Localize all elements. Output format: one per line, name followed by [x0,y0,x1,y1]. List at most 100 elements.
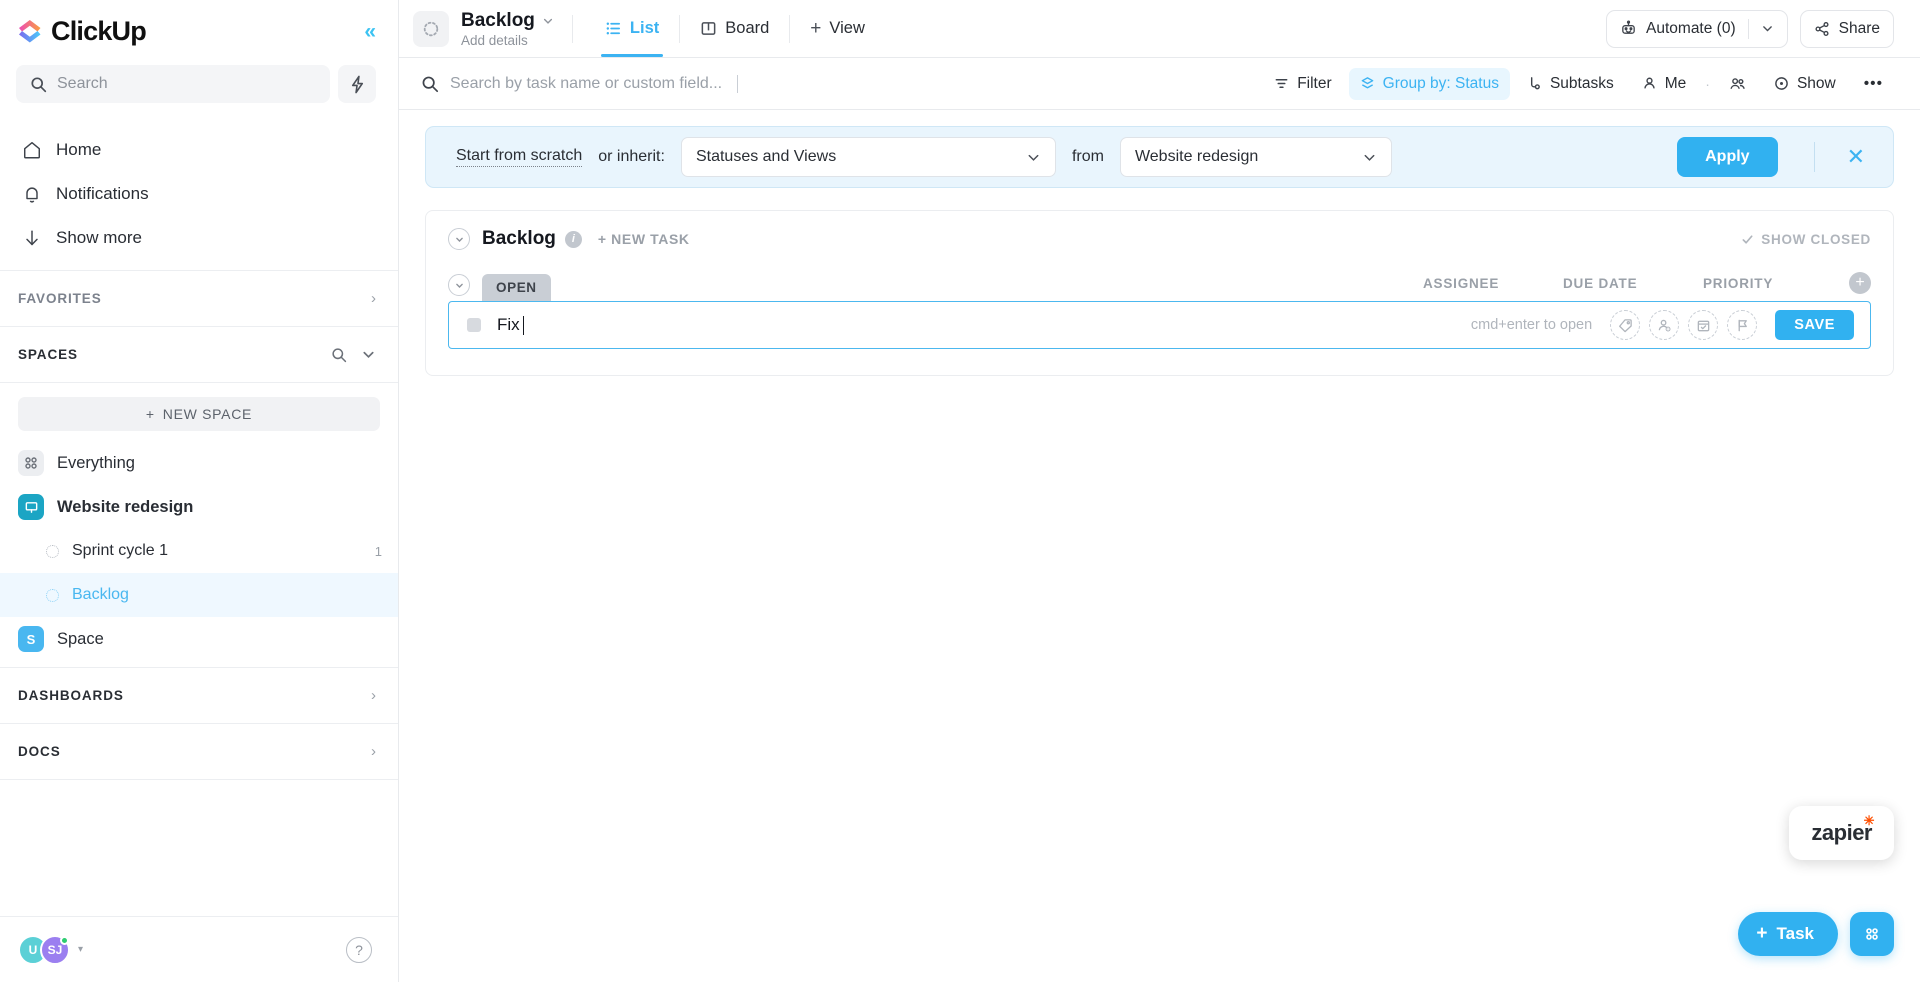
search-placeholder: Search [57,75,108,92]
sidebar-item-space[interactable]: S Space [0,617,398,661]
subtasks-button[interactable]: Subtasks [1516,68,1625,100]
show-icon [1774,76,1789,91]
help-icon[interactable]: ? [346,936,372,963]
status-badge[interactable]: OPEN [482,274,551,301]
inherit-source-select[interactable]: Website redesign [1119,137,1392,177]
people-icon [1729,76,1746,92]
inherit-settings-banner: Start from scratch or inherit: Statuses … [425,126,1894,188]
sidebar-nav: Home Notifications Show more [0,116,398,271]
column-header-priority[interactable]: PRIORITY [1703,276,1843,291]
task-status-checkbox[interactable] [467,318,481,332]
docs-section-header[interactable]: DOCS › [0,724,398,780]
sidebar-item-everything[interactable]: Everything [0,441,398,485]
brand-name: ClickUp [51,15,147,46]
title-chevron-down-icon[interactable] [542,15,554,27]
page-subtitle[interactable]: Add details [461,33,554,48]
search-icon [421,75,439,93]
space-label: Space [57,629,104,648]
favorites-label: FAVORITES [18,291,102,306]
check-icon [1741,233,1754,246]
filter-button[interactable]: Filter [1263,68,1342,100]
group-by-button[interactable]: Group by: Status [1348,67,1510,100]
favorites-section-header[interactable]: FAVORITES › [0,271,398,327]
sidebar-item-sprint-cycle-1[interactable]: Sprint cycle 1 1 [0,529,398,573]
share-button[interactable]: Share [1799,9,1894,48]
show-button[interactable]: Show [1763,68,1847,100]
chevron-down-icon[interactable]: ▾ [78,944,83,955]
subtasks-label: Subtasks [1549,74,1614,92]
text-cursor [737,74,739,93]
sidebar-item-home[interactable]: Home [0,128,398,172]
add-view-button[interactable]: + View [796,1,879,57]
assignee-icon[interactable] [1649,310,1680,340]
spaces-section-header[interactable]: SPACES [0,327,398,383]
flag-icon[interactable] [1727,310,1758,340]
create-task-fab[interactable]: + Task [1738,912,1838,956]
collapse-group-icon[interactable] [448,228,470,250]
avatar: SJ [40,934,70,965]
new-task-button[interactable]: + NEW TASK [598,231,690,247]
tab-label: Board [725,19,770,37]
chevron-down-icon[interactable] [1761,22,1774,35]
show-closed-label: SHOW CLOSED [1761,231,1871,247]
zapier-widget[interactable]: zapier ✳ [1789,806,1894,860]
from-label: from [1071,148,1104,165]
assignees-button[interactable] [1718,68,1757,100]
avatar-group[interactable]: U SJ ▾ [18,934,83,965]
asterisk-icon: ✳ [1863,813,1875,828]
collapse-status-icon[interactable] [448,274,470,296]
start-from-scratch-link[interactable]: Start from scratch [456,147,583,167]
view-avatar-icon[interactable] [413,10,449,47]
task-search-input[interactable]: Search by task name or custom field... [421,74,1263,93]
list-status-icon [46,544,59,558]
task-name-input[interactable]: Fix [497,315,525,335]
apply-button[interactable]: Apply [1677,137,1778,177]
search-input[interactable]: Search [16,65,330,103]
grid-icon [1863,925,1881,943]
sidebar: ClickUp « Search Home Notifications Show… [0,0,399,982]
inherit-type-value: Statuses and Views [695,148,837,165]
sidebar-item-label: Home [56,140,102,159]
inherit-type-select[interactable]: Statuses and Views [680,137,1056,177]
tag-icon[interactable] [1610,310,1641,340]
sidebar-search-row: Search [0,62,398,106]
task-name-value: Fix [497,315,520,334]
sidebar-item-show-more[interactable]: Show more [0,216,398,260]
collapse-sidebar-icon[interactable]: « [364,21,376,42]
spaces-label: SPACES [18,347,78,362]
person-icon [1642,76,1657,91]
zapier-label: zapier ✳ [1811,813,1874,846]
tab-list[interactable]: List [591,1,673,57]
info-icon[interactable]: i [564,230,582,248]
quick-action-button[interactable] [338,65,376,103]
sidebar-item-backlog[interactable]: Backlog [0,573,398,617]
calendar-icon[interactable] [1688,310,1719,340]
me-filter-button[interactable]: Me [1631,68,1698,100]
new-task-input-row[interactable]: Fix cmd+enter to open SAVE [448,301,1871,349]
new-space-button[interactable]: + NEW SPACE [18,397,380,431]
dashboards-section-header[interactable]: DASHBOARDS › [0,668,398,724]
list-count: 1 [374,543,382,559]
brand-logo[interactable]: ClickUp [16,15,147,47]
close-banner-icon[interactable]: ✕ [1837,144,1875,170]
column-header-due-date[interactable]: DUE DATE [1563,276,1703,291]
tab-board[interactable]: Board [686,1,783,57]
more-options-button[interactable]: ••• [1853,68,1894,100]
ellipsis-icon: ••• [1863,74,1883,92]
sidebar-item-notifications[interactable]: Notifications [0,172,398,216]
sidebar-header: ClickUp « [0,0,398,62]
save-task-button[interactable]: SAVE [1775,310,1854,340]
add-column-button[interactable]: + [1849,272,1871,294]
spaces-search-icon[interactable] [331,347,347,363]
list-icon [605,20,622,37]
sidebar-item-website-redesign[interactable]: Website redesign [0,485,398,529]
clickup-logo-icon [16,17,44,45]
automate-button[interactable]: Automate (0) [1606,9,1788,48]
me-label: Me [1664,74,1687,92]
show-closed-button[interactable]: SHOW CLOSED [1741,232,1871,247]
apps-fab[interactable] [1850,912,1894,956]
chevron-down-icon [1362,150,1377,165]
chevron-down-icon[interactable] [361,347,376,362]
column-header-assignee[interactable]: ASSIGNEE [1423,276,1563,291]
home-icon [22,140,42,160]
